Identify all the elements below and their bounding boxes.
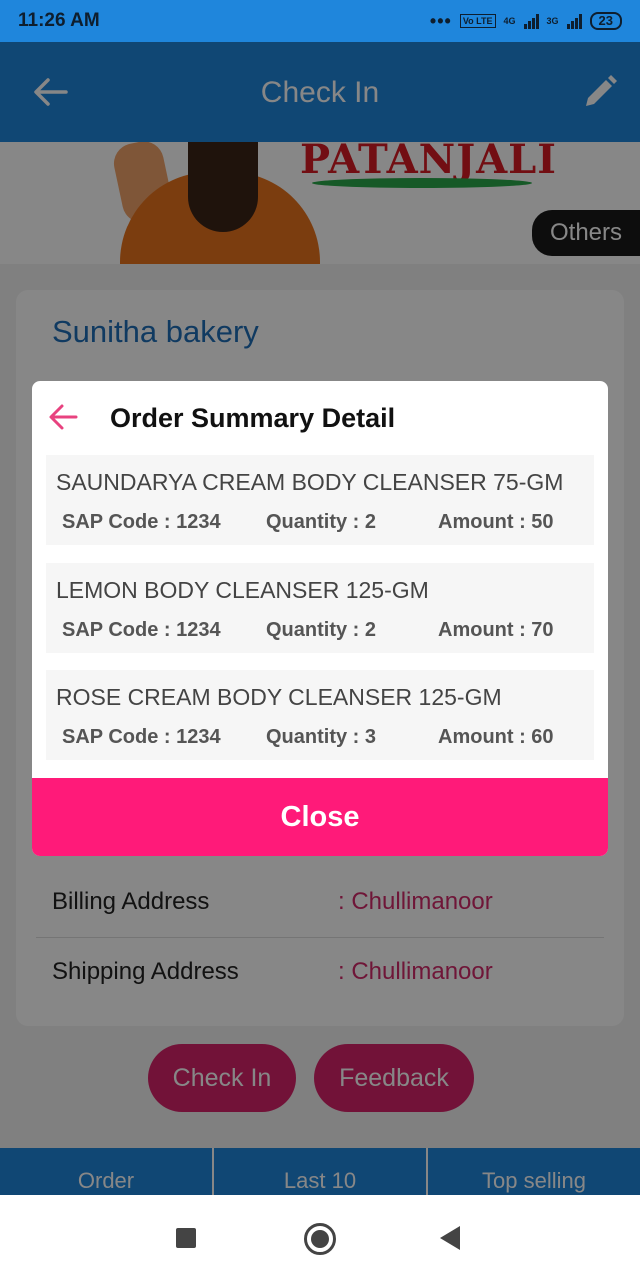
- status-icons: ••• Vo LTE 4G 3G 23: [430, 11, 622, 32]
- item-sap-code: SAP Code : 1234: [62, 511, 221, 533]
- battery-icon: 23: [589, 12, 622, 30]
- item-quantity: Quantity : 3: [266, 726, 377, 748]
- status-bar: 11:26 AM ••• Vo LTE 4G 3G 23: [0, 0, 640, 42]
- signal-icon: [523, 13, 539, 29]
- order-item: ROSE CREAM BODY CLEANSER 125-GM SAP Code…: [46, 670, 594, 760]
- item-amount: Amount : 60: [438, 726, 554, 748]
- volte-icon: Vo LTE: [459, 14, 496, 28]
- item-sap-code: SAP Code : 1234: [62, 619, 221, 641]
- dialog-title: Order Summary Detail: [110, 403, 396, 433]
- order-item: LEMON BODY CLEANSER 125-GM SAP Code : 12…: [46, 563, 594, 653]
- status-time: 11:26 AM: [18, 10, 100, 31]
- item-name: ROSE CREAM BODY CLEANSER 125-GM: [56, 684, 502, 710]
- network-4g-label: 4G: [503, 16, 516, 26]
- home-icon[interactable]: [304, 1223, 336, 1255]
- network-3g-label: 3G: [546, 16, 559, 26]
- notification-dots-icon: •••: [429, 10, 452, 31]
- order-item: SAUNDARYA CREAM BODY CLEANSER 75-GM SAP …: [46, 455, 594, 545]
- item-name: LEMON BODY CLEANSER 125-GM: [56, 577, 429, 603]
- item-quantity: Quantity : 2: [266, 511, 377, 533]
- back-triangle-icon[interactable]: [440, 1226, 460, 1250]
- item-quantity: Quantity : 2: [266, 619, 377, 641]
- item-sap-code: SAP Code : 1234: [62, 726, 221, 748]
- item-amount: Amount : 50: [438, 511, 554, 533]
- recents-icon[interactable]: [176, 1228, 196, 1248]
- item-amount: Amount : 70: [438, 619, 554, 641]
- system-nav-bar: [0, 1195, 640, 1280]
- order-summary-dialog: Order Summary Detail SAUNDARYA CREAM BOD…: [32, 381, 608, 856]
- signal-icon-2: [566, 13, 582, 29]
- item-name: SAUNDARYA CREAM BODY CLEANSER 75-GM: [56, 469, 564, 495]
- close-button[interactable]: Close: [32, 778, 608, 856]
- dialog-back-arrow-icon[interactable]: [48, 403, 78, 431]
